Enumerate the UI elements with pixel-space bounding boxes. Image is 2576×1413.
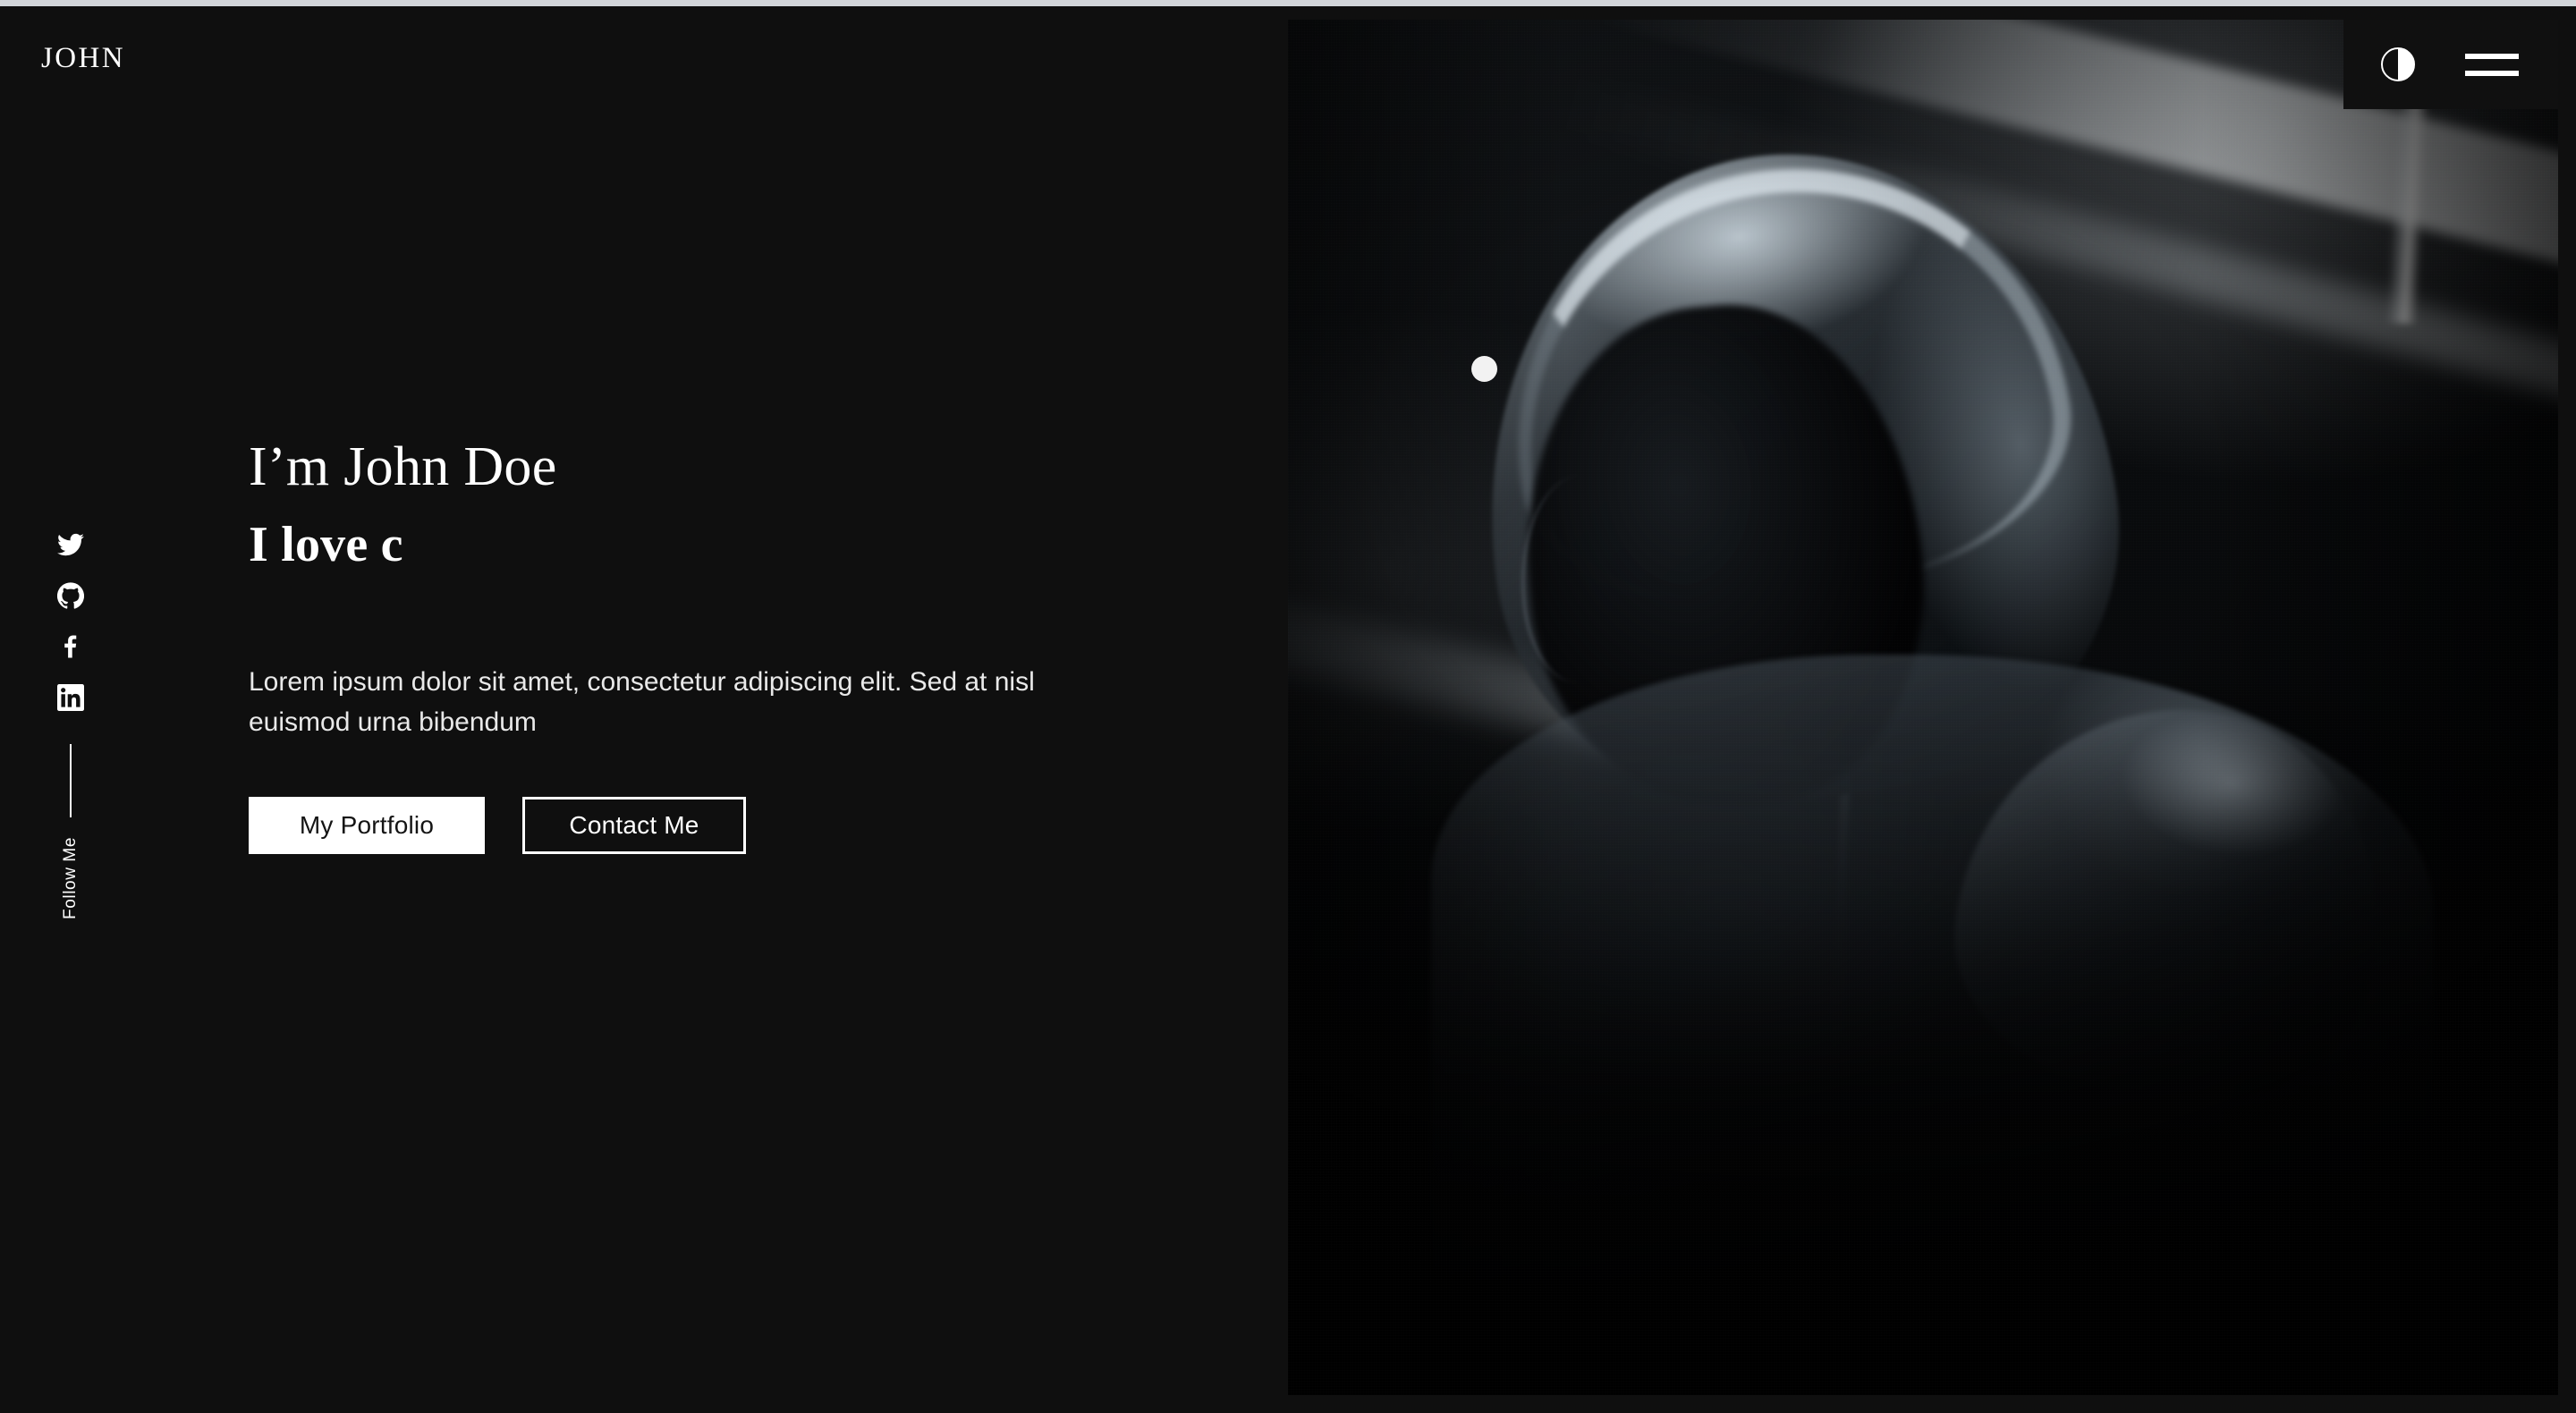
hamburger-bar-1 xyxy=(2465,53,2519,59)
hero-image xyxy=(1288,20,2558,1395)
browser-chrome-edge xyxy=(0,0,2576,6)
social-link-facebook[interactable] xyxy=(54,630,88,664)
page-viewport: JOHN Follow Me I’m John Doe I love c Lor… xyxy=(0,0,2576,1413)
hero-image-canvas xyxy=(1288,20,2558,1395)
contact-me-button[interactable]: Contact Me xyxy=(522,797,746,855)
social-link-linkedin[interactable] xyxy=(54,681,88,715)
hero-paragraph: Lorem ipsum dolor sit amet, consectetur … xyxy=(249,666,1035,738)
contrast-half-circle-icon[interactable] xyxy=(2381,47,2415,81)
hero-headline-typed: I love c xyxy=(249,517,403,573)
hamburger-bar-2 xyxy=(2465,70,2519,76)
social-rail: Follow Me xyxy=(45,528,97,919)
brand-logo[interactable]: JOHN xyxy=(41,42,125,75)
hero-content: I’m John Doe I love c Lorem ipsum dolor … xyxy=(249,436,1161,855)
hero-action-buttons: My Portfolio Contact Me xyxy=(249,797,1161,855)
linkedin-icon xyxy=(57,684,84,711)
social-link-github[interactable] xyxy=(54,579,88,613)
hero-headline-primary: I’m John Doe xyxy=(249,436,557,497)
social-rail-label: Follow Me xyxy=(61,837,80,919)
facebook-icon xyxy=(57,633,84,660)
my-portfolio-button[interactable]: My Portfolio xyxy=(249,797,485,855)
github-icon xyxy=(57,582,84,609)
topbar-controls xyxy=(2343,20,2558,109)
social-link-twitter[interactable] xyxy=(54,528,88,562)
social-rail-divider xyxy=(70,744,72,817)
twitter-icon xyxy=(57,531,84,558)
hamburger-menu-icon[interactable] xyxy=(2465,53,2519,76)
photo-film-grain xyxy=(1288,20,2558,1395)
